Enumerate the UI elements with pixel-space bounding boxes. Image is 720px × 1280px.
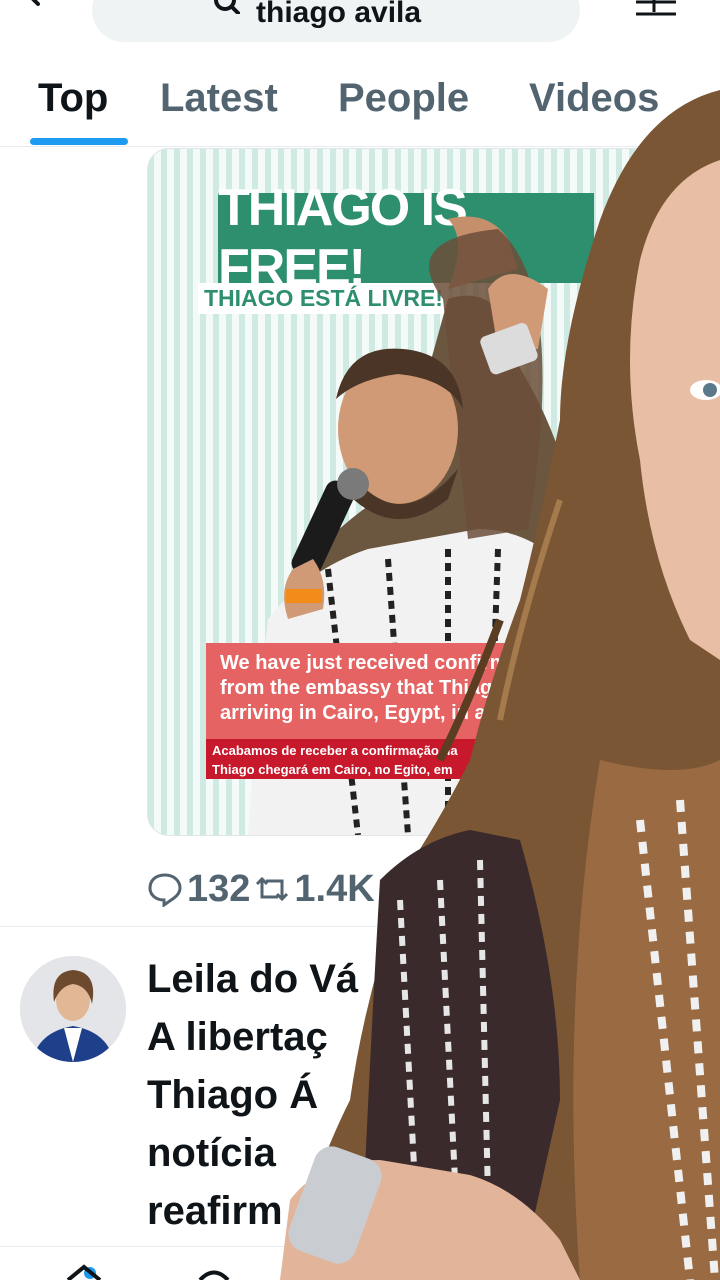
divider bbox=[0, 926, 720, 927]
tweet-line: reafirm bbox=[147, 1189, 283, 1233]
repost-icon bbox=[256, 876, 289, 902]
tweet-line: Thiago Á bbox=[147, 1073, 319, 1117]
tweet-author: Leila do Vá bbox=[147, 957, 359, 1001]
tab-latest[interactable]: Latest bbox=[160, 76, 278, 121]
reply-icon bbox=[148, 873, 182, 907]
search-tabs: Top Latest People Videos bbox=[0, 60, 720, 147]
tab-top[interactable]: Top bbox=[38, 76, 108, 121]
search-icon bbox=[214, 0, 240, 14]
image-caption-portuguese: Acabamos de receber a confirmação da Thi… bbox=[206, 739, 546, 779]
tweet-text[interactable]: Leila do Vá A libertaç Thiago Á notícia … bbox=[147, 950, 707, 1240]
home-icon[interactable] bbox=[64, 1247, 104, 1280]
repost-count: 1.4K bbox=[294, 867, 375, 910]
post-actions: 132 1.4K bbox=[147, 866, 379, 912]
post-image[interactable]: THIAGO IS FREE! THIAGO ESTÁ LIVRE! We ha… bbox=[147, 148, 669, 836]
image-caption-english: We have just received confirmat from the… bbox=[206, 643, 546, 739]
bottom-nav bbox=[0, 1247, 720, 1280]
tweet-line: notícia bbox=[147, 1131, 276, 1175]
search-nav-icon[interactable] bbox=[194, 1247, 234, 1280]
avatar[interactable] bbox=[20, 956, 126, 1062]
repost-button[interactable]: 1.4K bbox=[254, 867, 375, 911]
tab-videos[interactable]: Videos bbox=[529, 76, 659, 121]
reply-button[interactable]: 132 bbox=[147, 868, 250, 911]
filter-icon[interactable] bbox=[634, 0, 678, 20]
tab-people[interactable]: People bbox=[338, 76, 469, 121]
avatar-photo bbox=[20, 956, 126, 1062]
search-query[interactable]: thiago avila bbox=[256, 0, 421, 30]
active-tab-indicator bbox=[30, 138, 128, 145]
tweet-line: A libertaç bbox=[147, 1015, 328, 1059]
back-arrow-icon[interactable] bbox=[22, 0, 52, 16]
top-bar: thiago avila bbox=[0, 0, 720, 50]
reply-count: 132 bbox=[187, 867, 251, 910]
